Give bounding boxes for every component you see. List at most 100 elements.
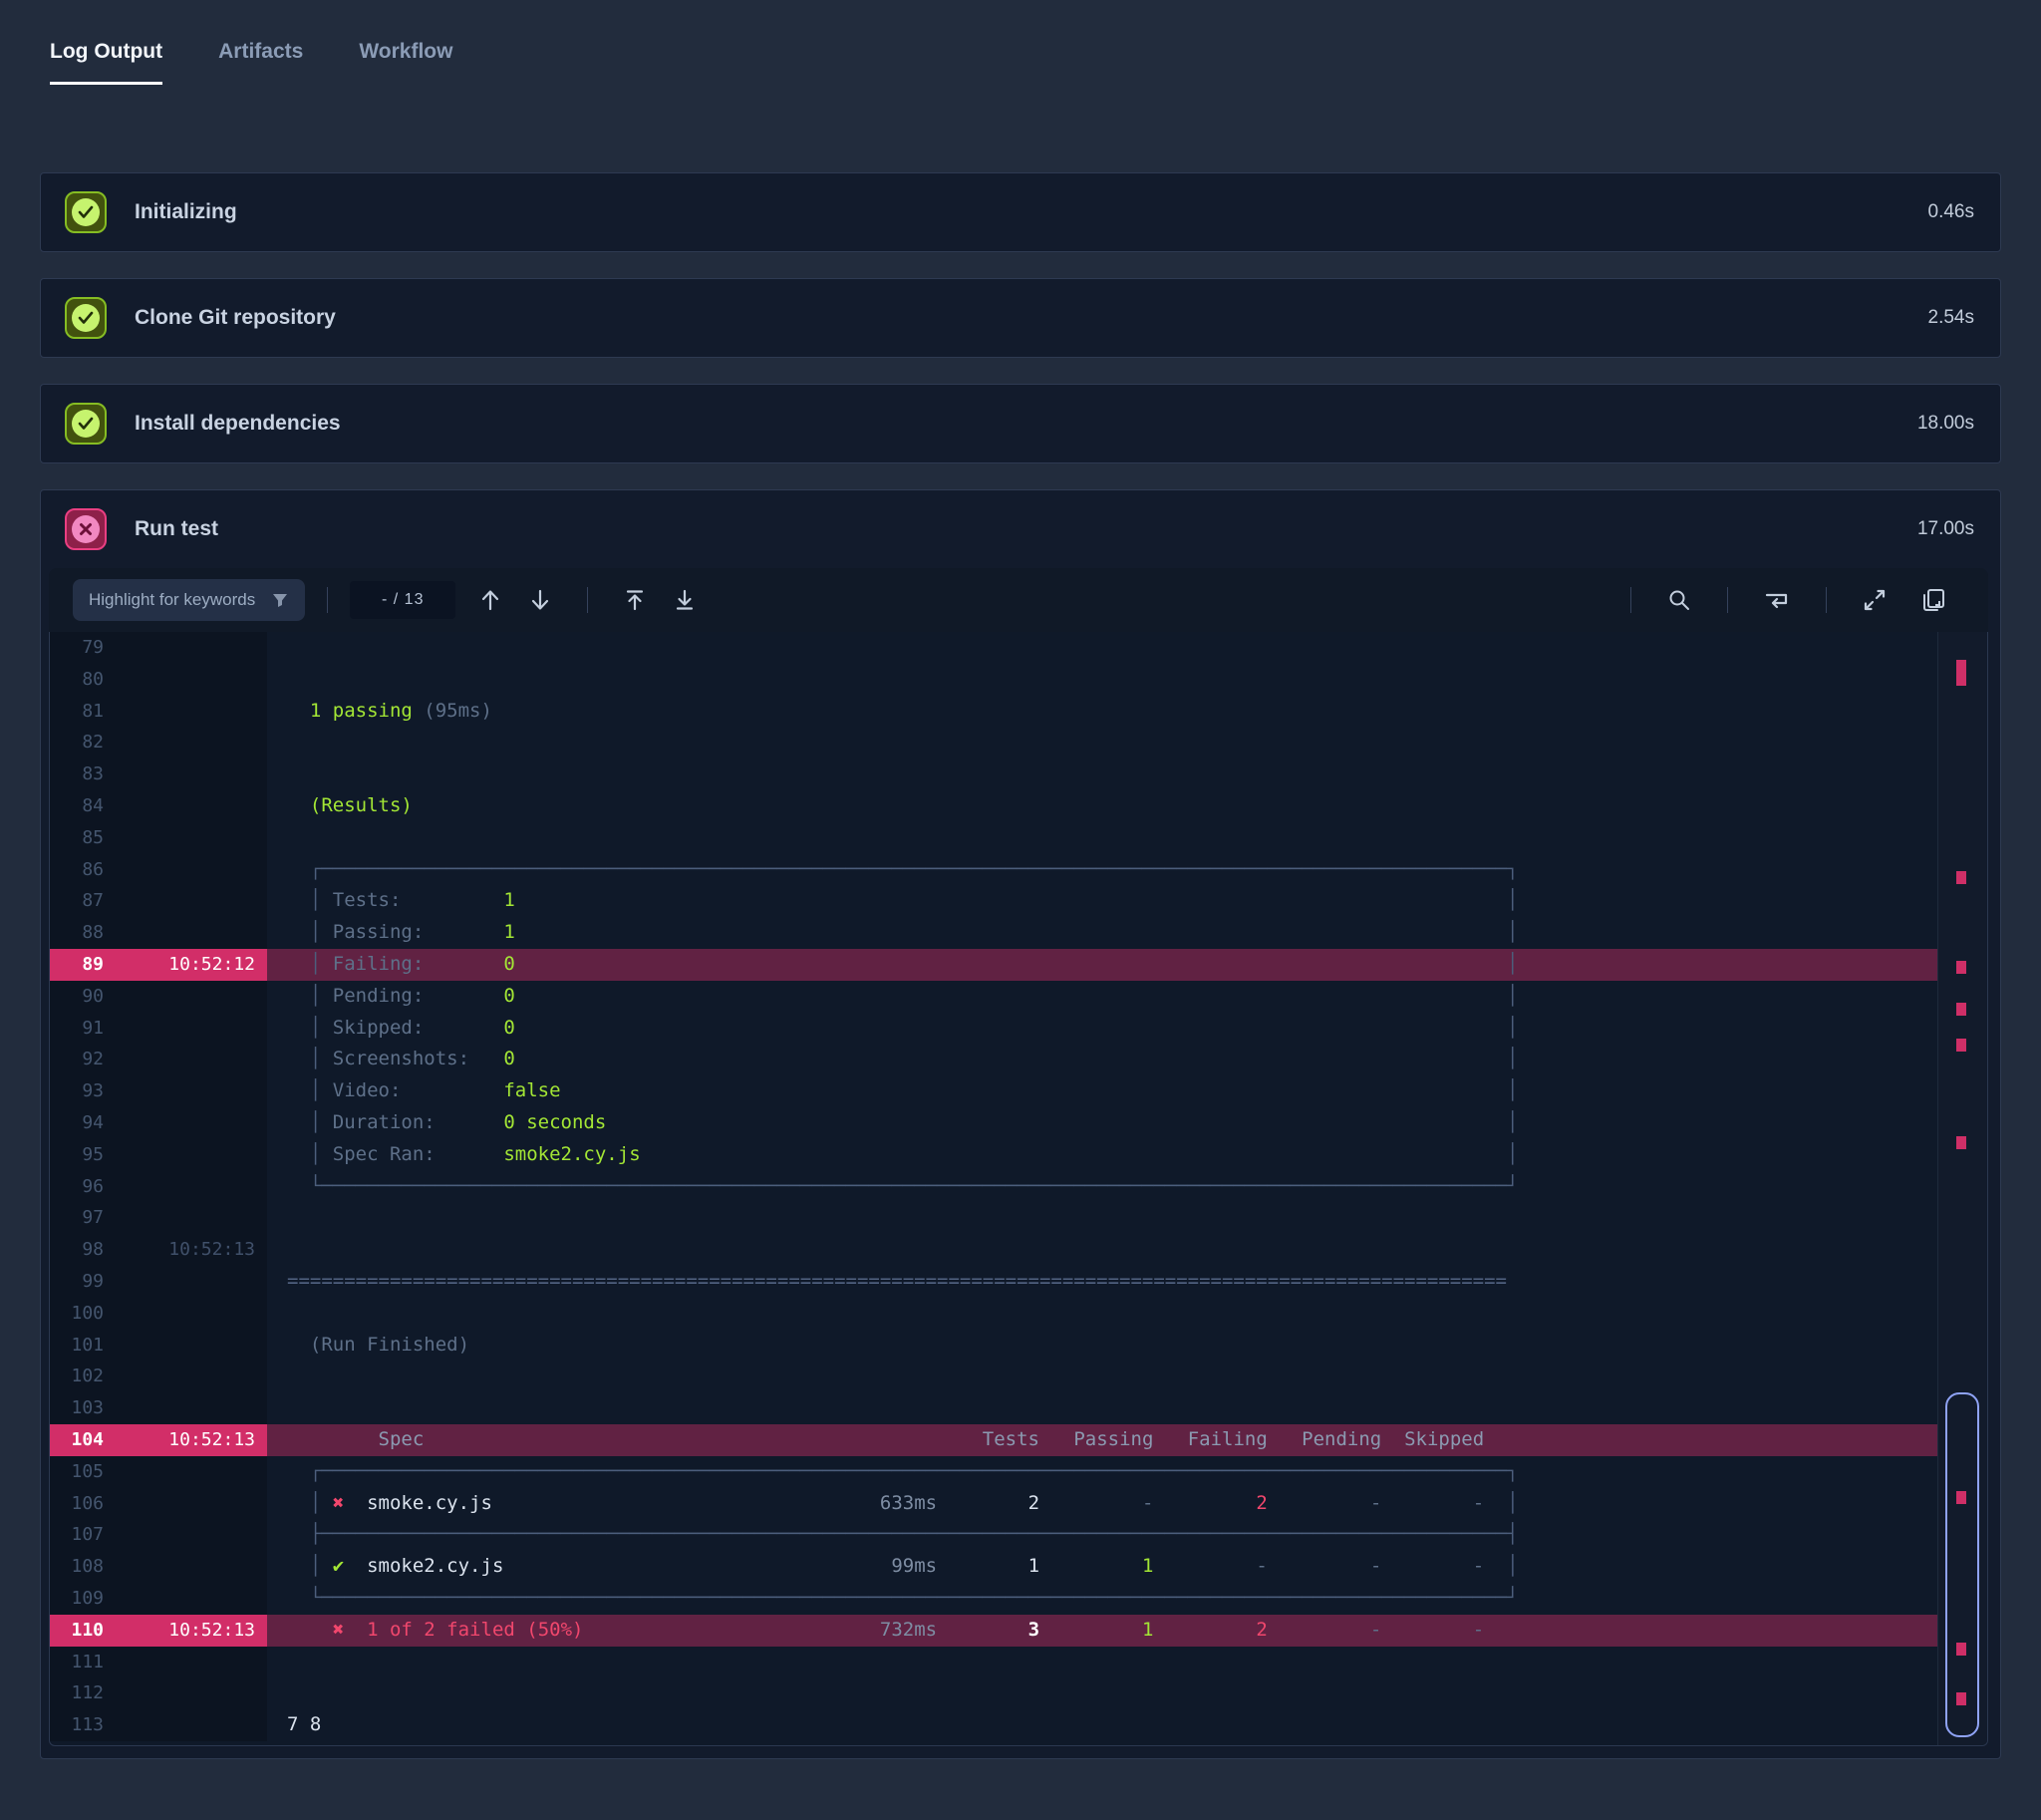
wrap-lines-button[interactable] xyxy=(1758,582,1796,618)
line-number[interactable]: 90 xyxy=(50,980,118,1013)
log-line-text: │ Spec Ran: smoke2.cy.js │ xyxy=(267,1138,1937,1171)
line-number[interactable]: 110 xyxy=(50,1614,118,1647)
line-number[interactable]: 113 xyxy=(50,1709,118,1741)
line-number[interactable]: 104 xyxy=(50,1423,118,1456)
log-line: 92 │ Screenshots: 0 │ xyxy=(50,1044,1937,1076)
log-line-text: │ Skipped: 0 │ xyxy=(267,1012,1937,1045)
step-duration: 17.00s xyxy=(1916,518,1974,539)
minimap-marker[interactable] xyxy=(1956,871,1966,884)
previous-match-button[interactable] xyxy=(473,582,507,618)
line-number[interactable]: 88 xyxy=(50,917,118,949)
log-minimap-scrollbar[interactable] xyxy=(1937,632,1987,1745)
line-timestamp xyxy=(118,1361,267,1393)
log-line: 102 xyxy=(50,1361,1937,1393)
search-log-button[interactable] xyxy=(1661,582,1697,618)
line-number[interactable]: 92 xyxy=(50,1044,118,1076)
line-timestamp xyxy=(118,1138,267,1171)
log-line: 110 10:52:13 ✖ 1 of 2 failed (50%) 732ms … xyxy=(50,1614,1937,1647)
minimap-marker[interactable] xyxy=(1956,961,1966,974)
log-line: 87 │ Tests: 1 │ xyxy=(50,885,1937,918)
step-duration: 0.46s xyxy=(1927,201,1974,222)
log-line-text xyxy=(267,1361,1937,1393)
line-number[interactable]: 86 xyxy=(50,853,118,886)
line-number[interactable]: 105 xyxy=(50,1455,118,1488)
line-timestamp xyxy=(118,695,267,728)
line-number[interactable]: 106 xyxy=(50,1487,118,1520)
scroll-bottom-icon xyxy=(677,589,694,610)
log-line: 81 1 passing (95ms) xyxy=(50,695,1937,728)
step-header[interactable]: Run test 17.00s xyxy=(41,490,2000,568)
expand-fullscreen-button[interactable] xyxy=(1857,582,1893,618)
next-match-button[interactable] xyxy=(523,582,557,618)
log-line-text: 1 passing (95ms) xyxy=(267,695,1937,728)
line-number[interactable]: 91 xyxy=(50,1012,118,1045)
line-number[interactable]: 82 xyxy=(50,727,118,759)
line-number[interactable]: 103 xyxy=(50,1392,118,1424)
tab-log-output[interactable]: Log Output xyxy=(50,40,163,85)
line-number[interactable]: 111 xyxy=(50,1646,118,1678)
line-number[interactable]: 101 xyxy=(50,1329,118,1362)
line-number[interactable]: 98 xyxy=(50,1234,118,1266)
scrollbar-thumb[interactable] xyxy=(1945,1392,1979,1737)
line-number[interactable]: 96 xyxy=(50,1170,118,1203)
scroll-to-bottom-button[interactable] xyxy=(668,582,702,618)
line-number[interactable]: 99 xyxy=(50,1265,118,1298)
keyword-highlight-placeholder: Highlight for keywords xyxy=(89,590,256,609)
line-number[interactable]: 102 xyxy=(50,1361,118,1393)
minimap-marker[interactable] xyxy=(1956,1039,1966,1052)
log-line: 106 │ ✖ smoke.cy.js 633ms 2 - 2 - - │ xyxy=(50,1487,1937,1520)
line-number[interactable]: 84 xyxy=(50,789,118,822)
toolbar-divider xyxy=(1826,587,1827,613)
log-line-text: │ ✖ smoke.cy.js 633ms 2 - 2 - - │ xyxy=(267,1487,1937,1520)
log-line: 85 xyxy=(50,821,1937,854)
minimap-marker[interactable] xyxy=(1956,1003,1966,1016)
line-timestamp xyxy=(118,1582,267,1615)
line-number[interactable]: 80 xyxy=(50,663,118,696)
line-number[interactable]: 95 xyxy=(50,1138,118,1171)
line-timestamp: 10:52:12 xyxy=(118,948,267,981)
line-timestamp xyxy=(118,727,267,759)
log-line: 96 └────────────────────────────────────… xyxy=(50,1170,1937,1203)
log-line: 103 xyxy=(50,1392,1937,1424)
log-line-text: ├───────────────────────────────────────… xyxy=(267,1519,1937,1552)
keyword-highlight-input[interactable]: Highlight for keywords xyxy=(73,579,306,621)
log-line: 98 10:52:13 xyxy=(50,1234,1937,1266)
line-number[interactable]: 107 xyxy=(50,1519,118,1552)
line-number[interactable]: 89 xyxy=(50,948,118,981)
log-output-area: 79 80 81 1 passing (95ms) 82 83 84 (Results) 8… xyxy=(49,632,1988,1746)
line-timestamp xyxy=(118,1709,267,1741)
copy-icon xyxy=(1923,589,1944,611)
scroll-to-top-button[interactable] xyxy=(618,582,652,618)
line-number[interactable]: 112 xyxy=(50,1677,118,1710)
log-line: 108 │ ✔ smoke2.cy.js 99ms 1 1 - - - │ xyxy=(50,1551,1937,1583)
tab-workflow[interactable]: Workflow xyxy=(359,40,452,85)
minimap-marker[interactable] xyxy=(1956,1136,1966,1149)
minimap-marker[interactable] xyxy=(1956,660,1966,686)
tab-artifacts[interactable]: Artifacts xyxy=(218,40,303,85)
log-line-text xyxy=(267,727,1937,759)
tab-bar: Log Output Artifacts Workflow xyxy=(0,0,2041,85)
log-lines[interactable]: 79 80 81 1 passing (95ms) 82 83 84 (Results) 8… xyxy=(50,632,1937,1745)
line-number[interactable]: 94 xyxy=(50,1106,118,1139)
step-card-initializing[interactable]: Initializing 0.46s xyxy=(40,172,2001,252)
step-duration: 18.00s xyxy=(1916,413,1974,434)
line-number[interactable]: 85 xyxy=(50,821,118,854)
line-number[interactable]: 87 xyxy=(50,885,118,918)
line-number[interactable]: 93 xyxy=(50,1075,118,1107)
log-line: 97 xyxy=(50,1202,1937,1235)
line-number[interactable]: 83 xyxy=(50,758,118,790)
line-timestamp xyxy=(118,632,267,664)
log-line-text: (Results) xyxy=(267,789,1937,822)
copy-log-button[interactable] xyxy=(1914,581,1952,619)
log-line-text: └───────────────────────────────────────… xyxy=(267,1582,1937,1615)
line-number[interactable]: 100 xyxy=(50,1297,118,1330)
log-line: 91 │ Skipped: 0 │ xyxy=(50,1012,1937,1045)
line-number[interactable]: 97 xyxy=(50,1202,118,1235)
line-number[interactable]: 108 xyxy=(50,1551,118,1583)
line-number[interactable]: 109 xyxy=(50,1582,118,1615)
line-number[interactable]: 81 xyxy=(50,695,118,728)
step-card-install-deps[interactable]: Install dependencies 18.00s xyxy=(40,384,2001,463)
step-duration: 2.54s xyxy=(1927,307,1974,328)
line-number[interactable]: 79 xyxy=(50,632,118,664)
step-card-clone-git[interactable]: Clone Git repository 2.54s xyxy=(40,278,2001,358)
